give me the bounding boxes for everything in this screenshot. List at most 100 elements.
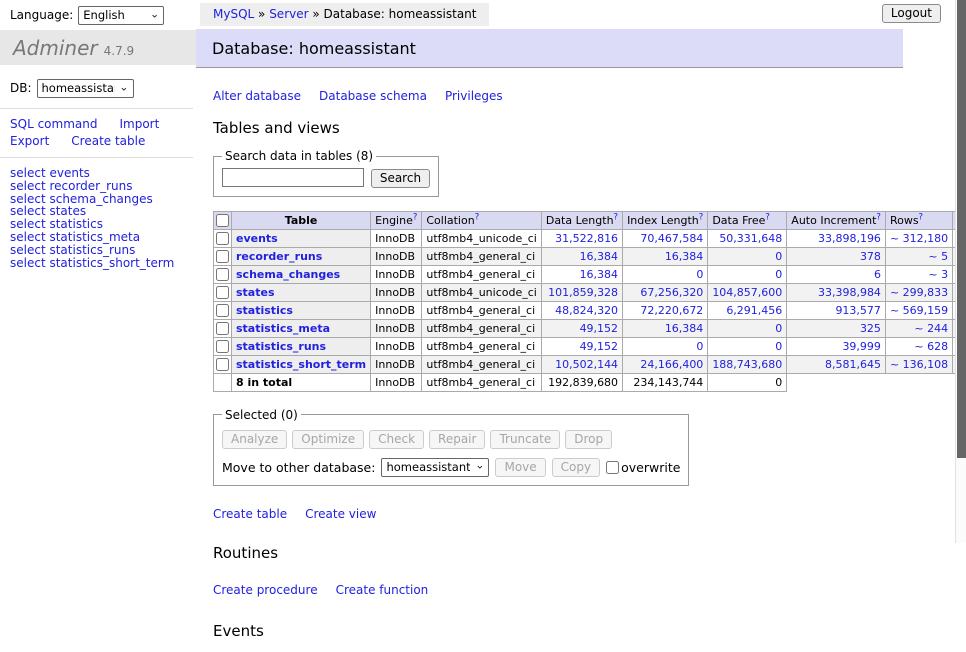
row-checkbox[interactable] (216, 358, 229, 371)
index-length-link[interactable]: 67,256,320 (640, 286, 703, 299)
help-link[interactable]: ? (614, 212, 619, 222)
move-db-select[interactable]: homeassistant (381, 458, 489, 477)
scrollbar[interactable] (955, 0, 966, 543)
data-length-link[interactable]: 49,152 (580, 322, 619, 335)
rows-link[interactable]: ~ 628 (914, 340, 948, 353)
db-link-database-schema[interactable]: Database schema (319, 89, 427, 103)
auto-increment-link[interactable]: 913,577 (835, 304, 881, 317)
sidebar-item-select-recorder_runs[interactable]: select recorder_runs (10, 180, 186, 193)
index-length-link[interactable]: 70,467,584 (640, 232, 703, 245)
data-free-link[interactable]: 104,857,600 (712, 286, 782, 299)
column-help[interactable]: ? (765, 212, 770, 222)
auto-increment-link[interactable]: 8,581,645 (825, 358, 881, 371)
data-free-link[interactable]: 50,331,648 (719, 232, 782, 245)
column-help[interactable]: ? (699, 212, 704, 222)
table-name-link[interactable]: statistics (236, 304, 293, 317)
adminer-logo-link[interactable]: Adminer (13, 36, 98, 60)
data-free-link[interactable]: 0 (775, 268, 782, 281)
table-name-link[interactable]: statistics_meta (236, 322, 330, 335)
rows-link[interactable]: ~ 136,108 (890, 358, 948, 371)
data-free-link[interactable]: 6,291,456 (726, 304, 782, 317)
index-length-link[interactable]: 24,166,400 (640, 358, 703, 371)
auto-increment-link[interactable]: 325 (860, 322, 881, 335)
sidebar-action-export[interactable]: Export (10, 134, 49, 148)
sidebar-action-import[interactable]: Import (119, 117, 159, 131)
table-name-link[interactable]: statistics_short_term (236, 358, 366, 371)
row-checkbox[interactable] (216, 268, 229, 281)
auto-increment-link[interactable]: 39,999 (842, 340, 881, 353)
row-checkbox[interactable] (216, 322, 229, 335)
table-name-link[interactable]: recorder_runs (236, 250, 322, 263)
sidebar-item-select-statistics_short_term[interactable]: select statistics_short_term (10, 257, 186, 270)
db-select[interactable]: homeassistant (37, 79, 134, 98)
create-link-create-view[interactable]: Create view (305, 507, 376, 521)
data-free-link[interactable]: 0 (775, 340, 782, 353)
routine-link-create-procedure[interactable]: Create procedure (213, 583, 318, 597)
data-length-link[interactable]: 16,384 (580, 268, 619, 281)
column-help[interactable]: ? (919, 212, 924, 222)
search-input[interactable] (222, 168, 364, 187)
sidebar-item-select-events[interactable]: select events (10, 167, 186, 180)
rows-link[interactable]: ~ 569,159 (890, 304, 948, 317)
data-length-link[interactable]: 10,502,144 (555, 358, 618, 371)
logout-button[interactable]: Logout (882, 4, 941, 23)
language-select[interactable]: English (78, 6, 164, 25)
sidebar-item-select-statistics_meta[interactable]: select statistics_meta (10, 231, 186, 244)
table-name-link[interactable]: statistics_runs (236, 340, 326, 353)
data-length-link[interactable]: 49,152 (580, 340, 619, 353)
page-title: Database: homeassistant (196, 29, 903, 68)
overwrite-checkbox[interactable] (606, 461, 619, 474)
column-help[interactable]: ? (475, 212, 480, 222)
data-length-link[interactable]: 16,384 (580, 250, 619, 263)
data-length-link[interactable]: 101,859,328 (548, 286, 618, 299)
data-free-link[interactable]: 188,743,680 (712, 358, 782, 371)
data-free-link[interactable]: 0 (775, 322, 782, 335)
column-help[interactable]: ? (876, 212, 881, 222)
auto-increment-link[interactable]: 33,398,984 (818, 286, 881, 299)
sidebar-action-create-table[interactable]: Create table (71, 134, 145, 148)
index-length-link[interactable]: 16,384 (665, 250, 704, 263)
auto-increment-link[interactable]: 33,898,196 (818, 232, 881, 245)
table-name-link[interactable]: schema_changes (236, 268, 340, 281)
row-checkbox[interactable] (216, 304, 229, 317)
table-name-link[interactable]: events (236, 232, 278, 245)
row-checkbox[interactable] (216, 340, 229, 353)
rows-link[interactable]: ~ 244 (914, 322, 948, 335)
auto-increment-link[interactable]: 6 (874, 268, 881, 281)
help-link[interactable]: ? (919, 212, 924, 222)
index-length-link[interactable]: 0 (696, 340, 703, 353)
help-link[interactable]: ? (699, 212, 704, 222)
data-free-link[interactable]: 0 (775, 250, 782, 263)
row-checkbox[interactable] (216, 250, 229, 263)
rows-link[interactable]: ~ 3 (928, 268, 948, 281)
help-link[interactable]: ? (413, 212, 418, 222)
db-link-alter-database[interactable]: Alter database (213, 89, 301, 103)
data-length-link[interactable]: 48,824,320 (555, 304, 618, 317)
create-link-create-table[interactable]: Create table (213, 507, 287, 521)
routine-link-create-function[interactable]: Create function (336, 583, 429, 597)
rows-link[interactable]: ~ 312,180 (890, 232, 948, 245)
data-length-link[interactable]: 31,522,816 (555, 232, 618, 245)
help-link[interactable]: ? (765, 212, 770, 222)
breadcrumb-item[interactable]: MySQL (213, 7, 254, 21)
scrollbar-thumb[interactable] (957, 0, 966, 458)
select-all-checkbox[interactable] (216, 214, 229, 227)
row-checkbox[interactable] (216, 286, 229, 299)
column-help[interactable]: ? (614, 212, 619, 222)
rows-link[interactable]: ~ 5 (928, 250, 948, 263)
sidebar-item-select-statistics_runs[interactable]: select statistics_runs (10, 244, 186, 257)
index-length-link[interactable]: 72,220,672 (640, 304, 703, 317)
column-help[interactable]: ? (413, 212, 418, 222)
index-length-link[interactable]: 16,384 (665, 322, 704, 335)
help-link[interactable]: ? (876, 212, 881, 222)
auto-increment-link[interactable]: 378 (860, 250, 881, 263)
table-name-link[interactable]: states (236, 286, 275, 299)
sidebar-action-sql-command[interactable]: SQL command (10, 117, 97, 131)
rows-link[interactable]: ~ 299,833 (890, 286, 948, 299)
db-link-privileges[interactable]: Privileges (445, 89, 503, 103)
breadcrumb-item[interactable]: Server (269, 7, 308, 21)
index-length-link[interactable]: 0 (696, 268, 703, 281)
help-link[interactable]: ? (475, 212, 480, 222)
search-button[interactable]: Search (371, 169, 430, 188)
row-checkbox[interactable] (216, 232, 229, 245)
